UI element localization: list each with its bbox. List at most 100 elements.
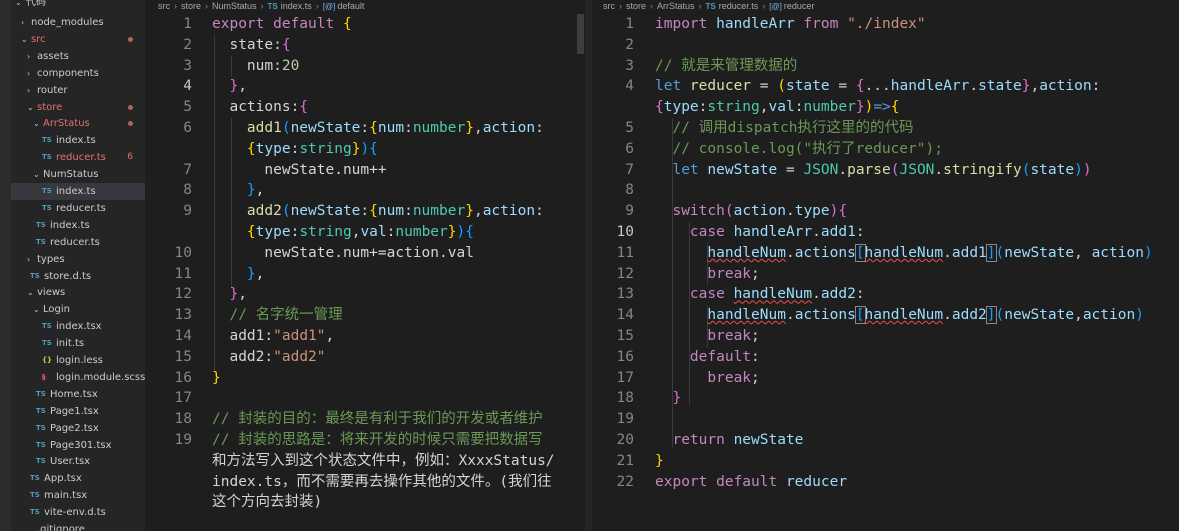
breadcrumb-file[interactable]: reducer.ts <box>719 0 759 13</box>
breadcrumb-folder[interactable]: NumStatus <box>212 0 257 13</box>
code-line[interactable]: 6 add1(newState:{num:number},action: <box>145 118 585 139</box>
tree-item[interactable]: TS main.tsx <box>11 487 145 504</box>
breadcrumb-src[interactable]: src <box>158 0 170 13</box>
code-line[interactable]: 16 default: <box>592 347 1179 368</box>
breadcrumb-symbol[interactable]: reducer <box>784 0 815 13</box>
code-line[interactable]: index.ts，而不需要再去操作其他的文件。(我们往 <box>145 472 585 493</box>
code-line[interactable]: 21} <box>592 451 1179 472</box>
tree-item[interactable]: › assets <box>11 48 145 65</box>
code-line[interactable]: 10 newState.num+=action.val <box>145 243 585 264</box>
code-line[interactable]: 2 <box>592 35 1179 56</box>
code-line[interactable]: 17 <box>145 388 585 409</box>
code-line[interactable]: 3 // 就是来管理数据的 <box>592 56 1179 77</box>
tree-item[interactable]: TS store.d.ts <box>11 268 145 285</box>
breadcrumb-src[interactable]: src <box>603 0 615 13</box>
code-line[interactable]: 17 break; <box>592 368 1179 389</box>
code-line[interactable]: 4 }, <box>145 76 585 97</box>
tree-item[interactable]: TS Home.tsx <box>11 386 145 403</box>
code-line[interactable]: 3 num:20 <box>145 56 585 77</box>
code-line[interactable]: 5 // 调用dispatch执行这里的的代码 <box>592 118 1179 139</box>
code-line[interactable]: 15 add2:"add2" <box>145 347 585 368</box>
scrollbar-thumb[interactable] <box>577 14 584 54</box>
breadcrumb-folder[interactable]: ArrStatus <box>657 0 695 13</box>
code-line[interactable]: {type:string}){ <box>145 139 585 160</box>
code-token: : <box>264 348 274 365</box>
tree-item[interactable]: TS index.ts <box>11 183 145 200</box>
code-line[interactable]: 9 switch(action.type){ <box>592 201 1179 222</box>
editor-right[interactable]: src › store › ArrStatus › TS reducer.ts › [@] redu… <box>592 0 1179 531</box>
explorer-root[interactable]: ⌄ 代码 <box>11 0 145 11</box>
code-line[interactable]: 16} <box>145 368 585 389</box>
tree-item-label: Page301.tsx <box>50 439 112 451</box>
code-line[interactable]: 20 return newState <box>592 430 1179 451</box>
tree-item[interactable]: › components <box>11 65 145 82</box>
code-line[interactable]: 2 state:{ <box>145 35 585 56</box>
code-line[interactable]: 13 case handleNum.add2: <box>592 284 1179 305</box>
tree-item[interactable]: {} login.less <box>11 352 145 369</box>
code-line[interactable]: 22 export default reducer <box>592 472 1179 493</box>
tree-item[interactable]: § login.module.scss <box>11 369 145 386</box>
breadcrumb-store[interactable]: store <box>181 0 201 13</box>
code-line[interactable]: 18 // 封装的目的：最终是有利于我们的开发或者维护 <box>145 409 585 430</box>
code-line[interactable]: 1 import handleArr from "./index" <box>592 14 1179 35</box>
tree-item[interactable]: TS vite-env.d.ts <box>11 504 145 521</box>
code-line[interactable]: 4 let reducer = (state = {...handleArr.st… <box>592 76 1179 97</box>
tree-item[interactable]: TS Page1.tsx <box>11 403 145 420</box>
code-line[interactable]: 6 // console.log("执行了reducer"); <box>592 139 1179 160</box>
tree-item[interactable]: ⌄ Login <box>11 301 145 318</box>
tree-item[interactable]: TS index.tsx <box>11 318 145 335</box>
code-line[interactable]: {type:string,val:number}){ <box>145 222 585 243</box>
code-line[interactable]: 19 <box>592 409 1179 430</box>
tree-item[interactable]: TS Page2.tsx <box>11 420 145 437</box>
tree-item[interactable]: ⌄ views <box>11 284 145 301</box>
breadcrumb-store[interactable]: store <box>626 0 646 13</box>
code-line[interactable]: 这个方向去封装) <box>145 492 585 513</box>
tree-item[interactable]: › types <box>11 251 145 268</box>
tree-item[interactable]: ⌄ ArrStatus <box>11 115 145 132</box>
tree-item[interactable]: TS index.ts <box>11 217 145 234</box>
editor-left[interactable]: src › store › NumStatus › TS index.ts › [@] defaul… <box>145 0 585 531</box>
code-line[interactable]: 10 case handleArr.add1: <box>592 222 1179 243</box>
code-line[interactable]: 5 actions:{ <box>145 97 585 118</box>
line-number: 1 <box>625 16 634 32</box>
code-line[interactable]: 18 } <box>592 388 1179 409</box>
tree-item[interactable]: ⌄ store <box>11 99 145 116</box>
tree-item[interactable]: TS init.ts <box>11 335 145 352</box>
tree-item[interactable]: .gitignore <box>11 521 145 531</box>
breadcrumb-symbol[interactable]: default <box>337 0 364 13</box>
code-line[interactable]: 15 break; <box>592 326 1179 347</box>
tree-item[interactable]: › node_modules <box>11 14 145 31</box>
tree-item[interactable]: ⌄ NumStatus <box>11 166 145 183</box>
code-line[interactable]: 19 // 封装的思路是：将来开发的时候只需要把数据写 <box>145 430 585 451</box>
code-line[interactable]: 14 add1:"add1", <box>145 326 585 347</box>
tree-item[interactable]: ⌄ src <box>11 31 145 48</box>
line-number: 13 <box>174 307 192 324</box>
code-line[interactable]: 8 <box>592 180 1179 201</box>
split-divider[interactable] <box>585 0 592 531</box>
code-token: ; <box>751 265 760 282</box>
tree-item[interactable]: TS index.ts <box>11 132 145 149</box>
tree-item[interactable]: TS User.tsx <box>11 453 145 470</box>
code-line[interactable]: 12 break; <box>592 264 1179 285</box>
tree-item[interactable]: TS reducer.ts <box>11 234 145 251</box>
tree-item[interactable]: TS App.tsx <box>11 470 145 487</box>
code-line[interactable]: 11 }, <box>145 264 585 285</box>
tree-item[interactable]: TS reducer.ts 6 <box>11 149 145 166</box>
breadcrumb-file[interactable]: index.ts <box>281 0 312 13</box>
code-line[interactable]: 11 handleNum.actions[handleNum.add1](new… <box>592 243 1179 264</box>
code-line[interactable]: {type:string,val:number})=>{ <box>592 97 1179 118</box>
code-line[interactable]: 1 export default { <box>145 14 585 35</box>
code-token: { <box>465 224 474 240</box>
code-line[interactable]: 和方法写入到这个状态文件中，例如：XxxxStatus/ <box>145 451 585 472</box>
code-line[interactable]: 7 newState.num++ <box>145 160 585 181</box>
code-line[interactable]: 13 // 名字统一管理 <box>145 305 585 326</box>
tree-item[interactable]: TS reducer.ts <box>11 200 145 217</box>
code-line[interactable]: 7 let newState = JSON.parse(JSON.stringi… <box>592 160 1179 181</box>
code-line[interactable]: 8 }, <box>145 180 585 201</box>
code-line[interactable]: 9 add2(newState:{num:number},action: <box>145 201 585 222</box>
code-line[interactable]: 12 }, <box>145 284 585 305</box>
tree-item[interactable]: › router <box>11 82 145 99</box>
code-token: add1 <box>951 244 987 261</box>
tree-item[interactable]: TS Page301.tsx <box>11 437 145 454</box>
code-line[interactable]: 14 handleNum.actions[handleNum.add2](new… <box>592 305 1179 326</box>
